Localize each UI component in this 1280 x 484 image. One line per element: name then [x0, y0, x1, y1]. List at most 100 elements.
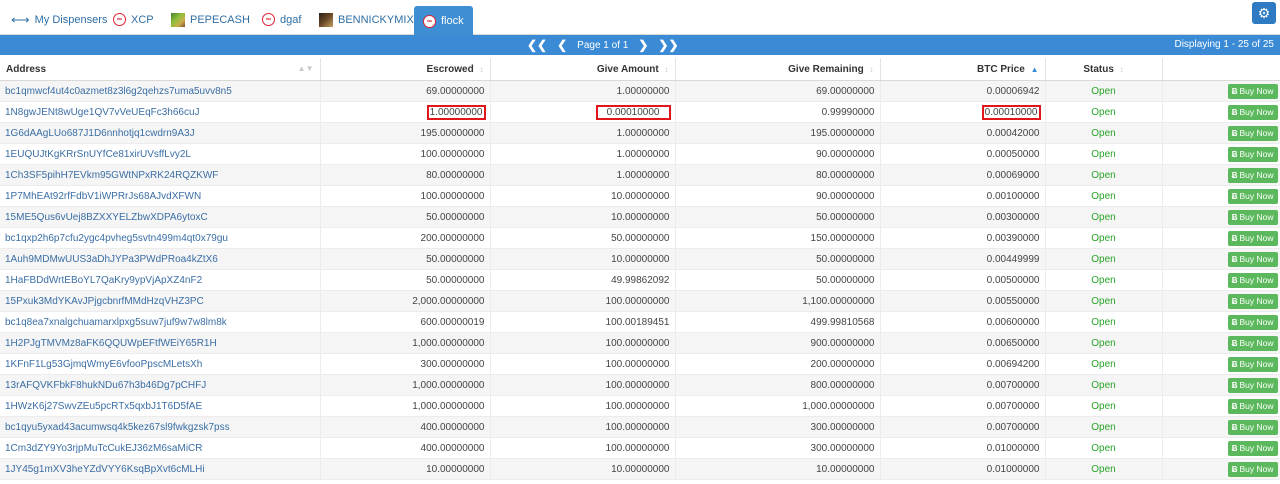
last-page-button[interactable]: ❯❯	[658, 38, 678, 52]
status-cell: Open	[1045, 437, 1163, 459]
address-link[interactable]: bc1qmwcf4ut4c0azmet8z3l6g2qehzs7uma5uvv8…	[0, 80, 321, 102]
buy-now-label: Buy Now	[1239, 190, 1274, 201]
address-link[interactable]: 1Auh9MDMwUUS3aDhJYPa3PWdPRoa4kZtX6	[0, 248, 321, 270]
table-row: bc1qxp2h6p7cfu2ygc4pvheg5svtn499m4qt0x79…	[0, 227, 1280, 249]
tab-flock[interactable]: ∞ flock	[414, 6, 473, 35]
tab-my-dispensers[interactable]: ⟷ My Dispensers	[2, 5, 116, 33]
address-link[interactable]: 1EUQUJtKgKRrSnUYfCe81xirUVsffLvy2L	[0, 143, 321, 165]
buy-now-button[interactable]: Ƀ Buy Now	[1227, 230, 1278, 246]
buy-now-button[interactable]: Ƀ Buy Now	[1227, 461, 1278, 477]
address-link[interactable]: 1HWzK6j27SwvZEu5pcRTx5qxbJ1T6D5fAE	[0, 395, 321, 417]
address-link[interactable]: 13rAFQVKFbkF8hukNDu67h3b46Dg7pCHFJ	[0, 374, 321, 396]
buy-now-button[interactable]: Ƀ Buy Now	[1227, 146, 1278, 162]
buy-now-button[interactable]: Ƀ Buy Now	[1227, 167, 1278, 183]
tab-pepecash[interactable]: PEPECASH	[162, 5, 259, 33]
buy-now-button[interactable]: Ƀ Buy Now	[1227, 293, 1278, 309]
column-header-give-remaining[interactable]: Give Remaining ↕	[675, 58, 881, 81]
address-link[interactable]: 1G6dAAgLUo687J1D6nnhotjq1cwdrn9A3J	[0, 122, 321, 144]
buy-now-button[interactable]: Ƀ Buy Now	[1227, 83, 1278, 99]
action-cell: Ƀ Buy Now	[1162, 311, 1280, 333]
column-header-status[interactable]: Status ↕	[1045, 58, 1163, 81]
address-link[interactable]: bc1qyu5yxad43acumwsq4k5kez67sl9fwkgzsk7p…	[0, 416, 321, 438]
give-amount-cell: 100.00189451	[490, 311, 676, 333]
table-row: bc1qyu5yxad43acumwsq4k5kez67sl9fwkgzsk7p…	[0, 416, 1280, 438]
address-link[interactable]: 1N8gwJENt8wUge1QV7vVeUEqFc3h66cuJ	[0, 101, 321, 123]
column-header-give-amount[interactable]: Give Amount ↕	[490, 58, 676, 81]
btc-price-cell: 0.00500000	[880, 269, 1046, 291]
buy-now-label: Buy Now	[1239, 400, 1274, 411]
highlighted-value: 0.00010000	[595, 104, 671, 120]
give-remaining-cell: 90.00000000	[675, 143, 881, 165]
address-link[interactable]: 15ME5Qus6vUej8BZXXYELZbwXDPA6ytoxC	[0, 206, 321, 228]
address-link[interactable]: 1HaFBDdWrtEBoYL7QaKry9ypVjApXZ4nF2	[0, 269, 321, 291]
address-link[interactable]: 1H2PJgTMVMz8aFK6QQUWpEFtfWEiY65R1H	[0, 332, 321, 354]
address-link[interactable]: 1JY45g1mXV3heYZdVYY6KsqBpXvt6cMLHi	[0, 458, 321, 480]
tab-xcp[interactable]: ∞ XCP	[104, 5, 163, 33]
status-cell: Open	[1045, 269, 1163, 291]
give-amount-cell: 10.00000000	[490, 185, 676, 207]
btc-price-cell: 0.00700000	[880, 374, 1046, 396]
sort-icon: ↕	[869, 64, 874, 74]
buy-now-button[interactable]: Ƀ Buy Now	[1227, 377, 1278, 393]
btc-price-cell: 0.00694200	[880, 353, 1046, 375]
first-page-button[interactable]: ❮❮	[527, 38, 547, 52]
action-cell: Ƀ Buy Now	[1162, 437, 1280, 459]
gear-icon: ⚙	[1257, 4, 1271, 21]
address-link[interactable]: 1Cm3dZY9Yo3rjpMuTcCukEJ36zM6saMiCR	[0, 437, 321, 459]
buy-now-label: Buy Now	[1239, 169, 1274, 180]
buy-now-button[interactable]: Ƀ Buy Now	[1227, 356, 1278, 372]
buy-now-button[interactable]: Ƀ Buy Now	[1227, 419, 1278, 435]
table-row: 1EUQUJtKgKRrSnUYfCe81xirUVsffLvy2L 100.00…	[0, 143, 1280, 165]
escrowed-cell: 195.00000000	[320, 122, 491, 144]
give-amount-cell: 50.00000000	[490, 227, 676, 249]
give-remaining-cell: 300.00000000	[675, 416, 881, 438]
bitcoin-icon: Ƀ	[1231, 149, 1238, 159]
status-cell: Open	[1045, 353, 1163, 375]
buy-now-button[interactable]: Ƀ Buy Now	[1227, 314, 1278, 330]
tab-bennickymix[interactable]: BENNICKYMIX	[310, 5, 423, 33]
buy-now-button[interactable]: Ƀ Buy Now	[1227, 440, 1278, 456]
status-cell: Open	[1045, 122, 1163, 144]
status-cell: Open	[1045, 80, 1163, 102]
action-cell: Ƀ Buy Now	[1162, 332, 1280, 354]
btc-price-cell: 0.00006942	[880, 80, 1046, 102]
buy-now-button[interactable]: Ƀ Buy Now	[1227, 125, 1278, 141]
buy-now-button[interactable]: Ƀ Buy Now	[1227, 335, 1278, 351]
buy-now-button[interactable]: Ƀ Buy Now	[1227, 272, 1278, 288]
escrowed-cell: 400.00000000	[320, 416, 491, 438]
buy-now-label: Buy Now	[1239, 127, 1274, 138]
bitcoin-icon: Ƀ	[1231, 422, 1238, 432]
bitcoin-icon: Ƀ	[1231, 128, 1238, 138]
buy-now-button[interactable]: Ƀ Buy Now	[1227, 104, 1278, 120]
escrowed-cell: 1,000.00000000	[320, 395, 491, 417]
buy-now-label: Buy Now	[1239, 295, 1274, 306]
buy-now-button[interactable]: Ƀ Buy Now	[1227, 209, 1278, 225]
action-cell: Ƀ Buy Now	[1162, 164, 1280, 186]
status-cell: Open	[1045, 143, 1163, 165]
table-row: 1Cm3dZY9Yo3rjpMuTcCukEJ36zM6saMiCR 400.00…	[0, 437, 1280, 459]
column-header-escrowed[interactable]: Escrowed ↕	[320, 58, 491, 81]
settings-button[interactable]: ⚙	[1252, 2, 1276, 24]
bitcoin-icon: Ƀ	[1231, 212, 1238, 222]
column-header-btc-price[interactable]: BTC Price ▲	[880, 58, 1046, 81]
buy-now-button[interactable]: Ƀ Buy Now	[1227, 398, 1278, 414]
next-page-button[interactable]: ❯	[638, 38, 648, 52]
buy-now-button[interactable]: Ƀ Buy Now	[1227, 188, 1278, 204]
status-cell: Open	[1045, 332, 1163, 354]
column-header-address[interactable]: Address ▲▼	[0, 58, 321, 81]
bitcoin-icon: Ƀ	[1231, 296, 1238, 306]
address-link[interactable]: bc1qxp2h6p7cfu2ygc4pvheg5svtn499m4qt0x79…	[0, 227, 321, 249]
address-link[interactable]: 15Pxuk3MdYKAvJPjgcbnrfMMdHzqVHZ3PC	[0, 290, 321, 312]
address-link[interactable]: 1P7MhEAt92rfFdbV1iWPRrJs68AJvdXFWN	[0, 185, 321, 207]
tab-label: BENNICKYMIX	[338, 13, 414, 26]
prev-page-button[interactable]: ❮	[557, 38, 567, 52]
table-row: 1Ch3SF5pihH7EVkm95GWtNPxRK24RQZKWF 80.000…	[0, 164, 1280, 186]
btc-price-cell: 0.00042000	[880, 122, 1046, 144]
address-link[interactable]: 1KFnF1Lg53GjmqWmyE6vfooPpscMLetsXh	[0, 353, 321, 375]
tab-dgaf[interactable]: ∞ dgaf	[253, 5, 310, 33]
column-header-action	[1162, 58, 1280, 81]
address-link[interactable]: bc1q8ea7xnalgchuamarxlpxg5suw7juf9w7w8lm…	[0, 311, 321, 333]
address-link[interactable]: 1Ch3SF5pihH7EVkm95GWtNPxRK24RQZKWF	[0, 164, 321, 186]
buy-now-button[interactable]: Ƀ Buy Now	[1227, 251, 1278, 267]
sort-icon: ↕	[664, 64, 669, 74]
